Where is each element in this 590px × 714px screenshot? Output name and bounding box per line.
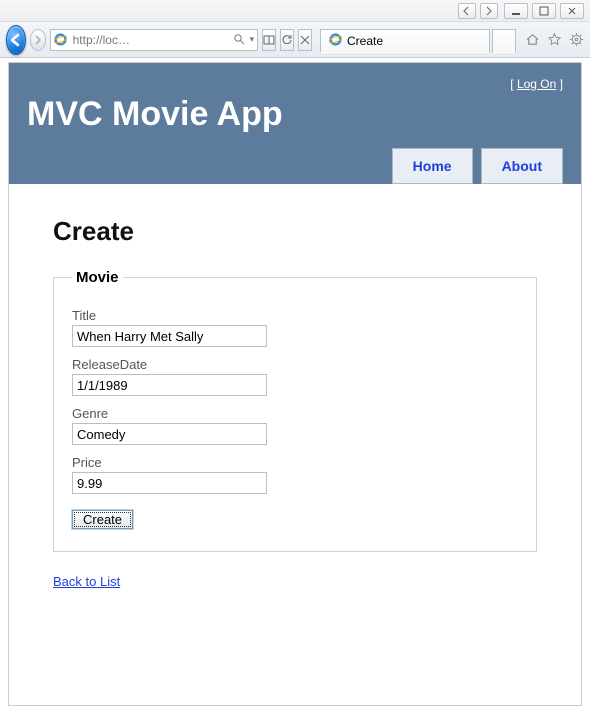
movie-fieldset: Movie Title ReleaseDate Genre Price [53, 269, 537, 552]
compat-view-icon[interactable] [262, 29, 276, 51]
logon-link[interactable]: Log On [517, 77, 556, 91]
title-label: Title [72, 308, 518, 323]
close-button[interactable] [560, 3, 584, 19]
content-area: Create Movie Title ReleaseDate Genre Pri… [53, 216, 537, 589]
releasedate-input[interactable] [72, 374, 267, 396]
new-tab-button[interactable] [492, 29, 516, 53]
nav-tabs: Home About [27, 148, 563, 184]
price-label: Price [72, 455, 518, 470]
app-header: [ Log On ] MVC Movie App Home About [9, 63, 581, 184]
genre-label: Genre [72, 406, 518, 421]
back-to-list-link[interactable]: Back to List [53, 574, 120, 589]
home-icon[interactable] [524, 32, 540, 48]
refresh-button[interactable] [280, 29, 294, 51]
maximize-button[interactable] [532, 3, 556, 19]
browser-tab-title: Create [347, 34, 383, 48]
snap-left-icon[interactable] [458, 3, 476, 19]
search-icon[interactable] [233, 33, 247, 47]
price-input[interactable] [72, 472, 267, 494]
stop-button[interactable] [298, 29, 312, 51]
tools-icon[interactable] [568, 32, 584, 48]
releasedate-label: ReleaseDate [72, 357, 518, 372]
fieldset-legend: Movie [72, 269, 123, 286]
ie-logo-icon [329, 33, 342, 49]
ie-logo-icon [54, 33, 68, 47]
create-button[interactable]: Create [72, 510, 133, 529]
page-heading: Create [53, 216, 537, 247]
nav-tab-home[interactable]: Home [392, 148, 473, 184]
browser-tab-active[interactable]: Create [320, 29, 490, 53]
favorites-icon[interactable] [546, 32, 562, 48]
minimize-button[interactable] [504, 3, 528, 19]
nav-tab-about[interactable]: About [481, 148, 563, 184]
app-title: MVC Movie App [27, 95, 563, 134]
window-titlebar [0, 0, 590, 22]
forward-button[interactable] [30, 29, 45, 51]
snap-right-icon[interactable] [480, 3, 498, 19]
browser-nav-row: ▾ Create [0, 22, 590, 58]
back-button[interactable] [6, 25, 26, 55]
browser-viewport: [ Log On ] MVC Movie App Home About Crea… [8, 62, 582, 706]
genre-input[interactable] [72, 423, 267, 445]
title-input[interactable] [72, 325, 267, 347]
address-input[interactable] [71, 32, 230, 48]
dropdown-icon[interactable]: ▾ [250, 34, 255, 45]
logon-row: [ Log On ] [27, 77, 563, 95]
address-bar[interactable]: ▾ [50, 29, 259, 51]
